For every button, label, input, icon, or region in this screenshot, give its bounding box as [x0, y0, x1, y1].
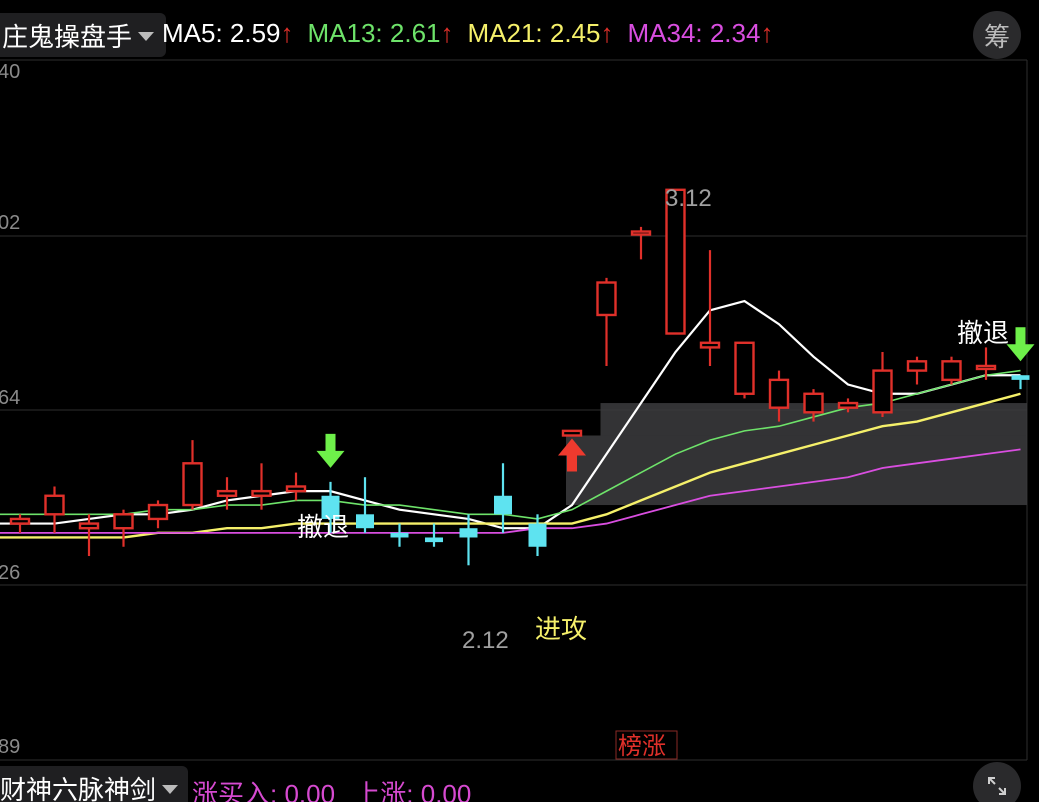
indicator-name: 庄鬼操盘手 [2, 21, 133, 52]
y-axis-label: 64 [0, 387, 20, 409]
candle-body [837, 401, 859, 409]
candle-body [734, 341, 755, 395]
sell-arrow-head [316, 450, 345, 468]
candle-body [356, 514, 374, 529]
sell-arrow-icon [316, 433, 345, 468]
ma21-value: MA21: 2.45↑ [467, 18, 614, 48]
low-price-label: 2.12 [462, 627, 509, 654]
candle-body [113, 513, 134, 530]
stock-chart-screen: 40 02 64 26 89 3.12 2.12 撤退 撤退 进攻 榜涨 庄鬼操… [0, 0, 1039, 802]
chip-button-label: 筹 [983, 21, 1010, 52]
sub-indicator-name: 财神六脉神剑 [0, 774, 157, 802]
candle-body [768, 378, 790, 409]
indicator-selector[interactable]: 庄鬼操盘手 [0, 13, 167, 57]
candle-body [699, 341, 721, 349]
candle-body [975, 364, 997, 371]
candle-body [906, 360, 928, 372]
expand-icon [988, 777, 1006, 795]
y-axis-label: 89 [0, 736, 20, 758]
candle-body [803, 392, 824, 414]
candle-body [216, 489, 238, 497]
stat-buy: 涨买入: 0.00 [192, 779, 336, 802]
support-zones [566, 403, 1027, 506]
expand-button[interactable] [973, 762, 1021, 802]
ma13-value: MA13: 2.61↑ [307, 18, 454, 48]
candle-body [9, 517, 31, 525]
rank-badge-label: 榜涨 [618, 732, 666, 760]
candle-body [390, 532, 409, 538]
high-price-label: 3.12 [665, 185, 712, 212]
candle-body [941, 360, 962, 382]
candle-body [1011, 375, 1030, 380]
ma-legend: MA5: 2.59↑ MA13: 2.61↑ MA21: 2.45↑ MA34:… [162, 18, 787, 49]
sell-arrow-head [1006, 344, 1035, 362]
candle-body [44, 494, 65, 516]
rank-badge[interactable]: 榜涨 [615, 730, 678, 760]
stat-up: 上涨: 0.00 [354, 779, 472, 802]
support-zone [566, 435, 1027, 506]
candle-body [182, 462, 203, 507]
candlesticks [9, 188, 1030, 566]
ma5-value: MA5: 2.59↑ [162, 18, 294, 48]
sell-arrow-shaft [1015, 327, 1026, 346]
sub-indicator-selector[interactable]: 财神六脉神剑 [0, 766, 189, 802]
y-axis-label: 02 [0, 212, 20, 234]
candle-body [78, 522, 100, 530]
candle-body [528, 523, 547, 547]
candle-body [561, 429, 583, 437]
chart-header: 庄鬼操盘手 MA5: 2.59↑ MA13: 2.61↑ MA21: 2.45↑… [0, 0, 1039, 70]
candle-body [494, 495, 512, 515]
retreat-label-right: 撤退 [957, 319, 1009, 349]
candle-body [459, 528, 478, 538]
sell-arrow-shaft [325, 433, 336, 452]
candle-body [630, 230, 652, 236]
sell-arrow-icon [1006, 327, 1035, 362]
y-axis-label: 26 [0, 562, 20, 584]
sub-indicator-stats: 涨买入: 0.00 上涨: 0.00 [192, 774, 483, 802]
candle-body [425, 537, 443, 543]
kline-chart[interactable]: 40 02 64 26 89 3.12 2.12 撤退 撤退 进攻 榜涨 [0, 0, 1039, 802]
attack-label: 进攻 [535, 615, 587, 645]
candle-body [251, 489, 272, 497]
chevron-down-icon [138, 32, 155, 41]
chevron-down-icon [162, 785, 179, 794]
candle-body [285, 485, 307, 493]
ma34-value: MA34: 2.34↑ [627, 18, 774, 48]
candle-body [596, 281, 617, 317]
candle-body [147, 503, 169, 521]
buy-arrow-shaft [567, 455, 577, 472]
candle-body [872, 369, 893, 414]
retreat-label-left: 撤退 [297, 513, 349, 543]
chip-distribution-button[interactable]: 筹 [973, 11, 1021, 59]
